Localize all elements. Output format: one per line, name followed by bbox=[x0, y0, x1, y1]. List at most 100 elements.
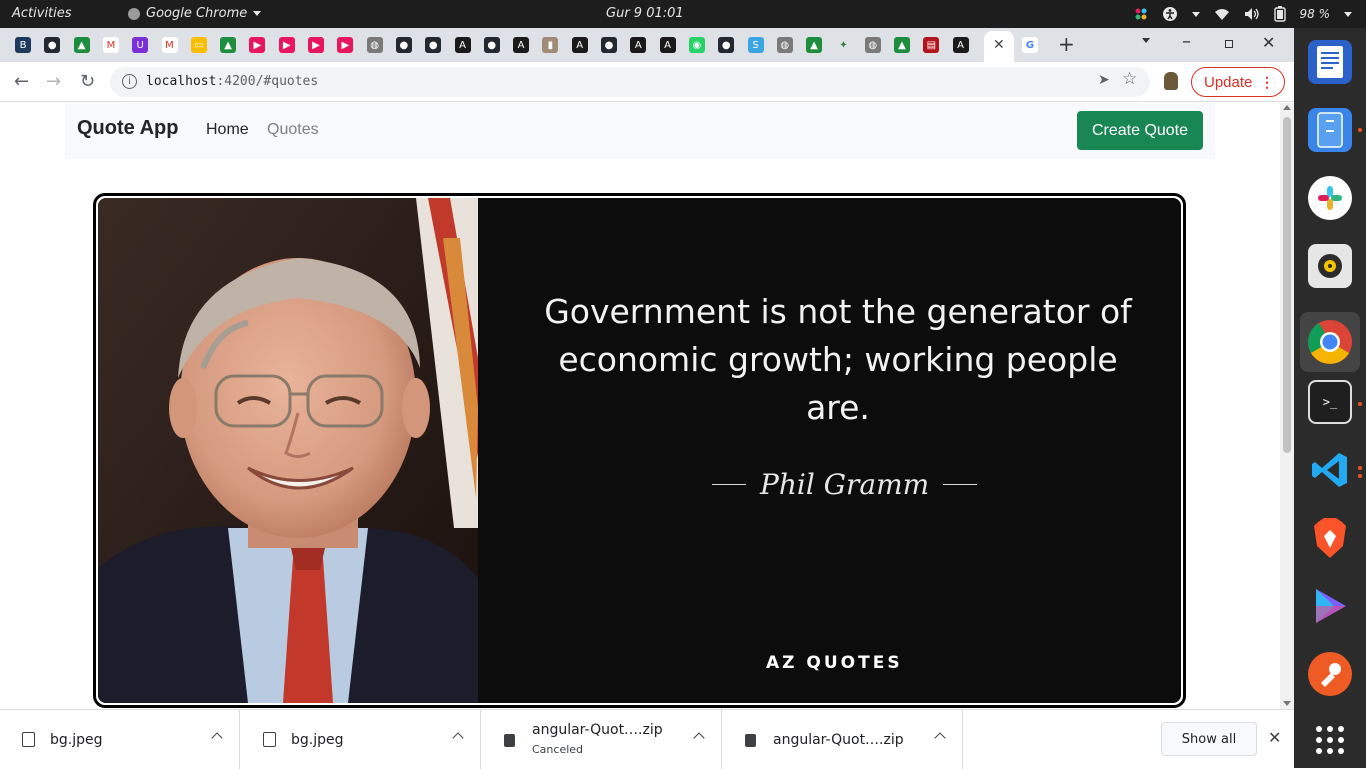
update-label: Update bbox=[1204, 73, 1253, 91]
drive-tab-icon[interactable]: ▲ bbox=[73, 37, 90, 53]
drive-tab-icon[interactable]: ▲ bbox=[220, 37, 237, 53]
zip-file-icon bbox=[745, 734, 756, 747]
download-item[interactable]: bg.jpeg bbox=[0, 710, 240, 769]
azquotes-logo: AZ QUOTES bbox=[766, 653, 903, 673]
pdf-tab-icon[interactable]: ▤ bbox=[923, 37, 940, 53]
terminal-app-icon[interactable]: >_ bbox=[1308, 380, 1352, 424]
rhythmbox-app-icon[interactable] bbox=[1308, 244, 1352, 288]
image-tab-icon[interactable]: ▮ bbox=[542, 37, 559, 53]
page-viewport: Quote App Home Quotes Create Quote Gover… bbox=[0, 103, 1280, 709]
navbar-brand[interactable]: Quote App bbox=[77, 117, 178, 140]
battery-icon bbox=[1273, 6, 1286, 22]
running-indicator bbox=[1358, 474, 1362, 478]
maximize-button[interactable] bbox=[1225, 40, 1233, 48]
youtube-tab-icon[interactable]: ▶ bbox=[308, 37, 324, 53]
postman-app-icon[interactable] bbox=[1308, 652, 1352, 696]
writer-app-icon[interactable] bbox=[1308, 40, 1352, 84]
download-filename: angular-Quot….zip bbox=[773, 732, 904, 748]
quote-image: Government is not the generator of econo… bbox=[98, 198, 1181, 703]
github-tab-icon[interactable]: ● bbox=[395, 37, 412, 53]
image-file-icon bbox=[263, 732, 276, 747]
system-tray[interactable]: 98 % bbox=[1134, 6, 1352, 22]
send-icon[interactable]: ➤ bbox=[1098, 72, 1110, 88]
gmail-tab-icon[interactable]: M bbox=[102, 37, 119, 53]
new-tab-button[interactable]: + bbox=[1058, 32, 1075, 56]
close-tab-icon[interactable]: ✕ bbox=[993, 37, 1005, 53]
image-file-icon bbox=[22, 732, 35, 747]
reload-icon[interactable]: ↻ bbox=[80, 71, 95, 92]
play-app-icon[interactable] bbox=[1308, 584, 1352, 628]
show-all-button[interactable]: Show all bbox=[1161, 722, 1257, 756]
zip-file-icon bbox=[504, 734, 515, 747]
github-tab-icon[interactable]: ● bbox=[44, 37, 61, 53]
create-quote-button[interactable]: Create Quote bbox=[1077, 111, 1203, 150]
scroll-down-icon[interactable] bbox=[1283, 701, 1291, 706]
close-shelf-icon[interactable]: ✕ bbox=[1268, 728, 1281, 747]
back-icon[interactable]: ← bbox=[14, 71, 29, 92]
info-icon[interactable]: i bbox=[122, 74, 137, 89]
globe-tab-icon[interactable]: ◍ bbox=[366, 37, 383, 53]
slack-app-icon[interactable] bbox=[1308, 176, 1352, 220]
nav-link-quotes[interactable]: Quotes bbox=[267, 121, 319, 139]
address-bar[interactable]: i localhost:4200/#quotes ➤ ☆ bbox=[110, 67, 1150, 97]
scroll-up-icon[interactable] bbox=[1283, 105, 1291, 110]
nav-link-home[interactable]: Home bbox=[206, 121, 249, 139]
globe-tab-icon[interactable]: ◍ bbox=[864, 37, 881, 53]
keep-tab-icon[interactable]: ▭ bbox=[190, 37, 207, 53]
chevron-up-icon[interactable] bbox=[452, 732, 464, 744]
vscode-app-icon[interactable] bbox=[1308, 448, 1352, 492]
active-tab[interactable]: ✕ bbox=[984, 31, 1014, 62]
chevron-up-icon[interactable] bbox=[934, 732, 946, 744]
youtube-tab-icon[interactable]: ▶ bbox=[337, 37, 354, 53]
angular-tab-icon[interactable]: A bbox=[454, 37, 471, 53]
github-tab-icon[interactable]: ● bbox=[601, 37, 617, 53]
running-indicator bbox=[1358, 466, 1362, 470]
angular-tab-icon[interactable]: A bbox=[630, 37, 647, 53]
download-item[interactable]: angular-Quot….zip Canceled bbox=[482, 710, 722, 769]
whatsapp-tab-icon[interactable]: ◉ bbox=[688, 37, 705, 53]
github-tab-icon[interactable]: ● bbox=[718, 37, 735, 53]
gmail-tab-icon[interactable]: M bbox=[161, 37, 178, 53]
s-tab-icon[interactable]: S bbox=[747, 37, 764, 53]
angular-tab-icon[interactable]: A bbox=[659, 37, 676, 53]
angular-tab-icon[interactable]: A bbox=[513, 37, 530, 53]
accessibility-icon bbox=[1162, 7, 1177, 21]
page-scrollbar[interactable] bbox=[1280, 103, 1294, 709]
download-item[interactable]: angular-Quot….zip bbox=[723, 710, 963, 769]
angular-tab-icon[interactable]: A bbox=[571, 37, 588, 53]
youtube-tab-icon[interactable]: ▶ bbox=[278, 37, 295, 53]
close-window-button[interactable]: ✕ bbox=[1262, 33, 1275, 52]
download-item[interactable]: bg.jpeg bbox=[241, 710, 481, 769]
youtube-tab-icon[interactable]: ▶ bbox=[249, 37, 266, 53]
activities-button[interactable]: Activities bbox=[12, 6, 72, 21]
google-tab-icon[interactable]: G bbox=[1022, 37, 1038, 53]
github-tab-icon[interactable]: ● bbox=[483, 37, 500, 53]
extension-icon[interactable] bbox=[1164, 72, 1178, 90]
drive-tab-icon[interactable]: ▲ bbox=[806, 37, 823, 53]
chrome-app-icon[interactable] bbox=[1300, 312, 1360, 372]
chevron-up-icon[interactable] bbox=[693, 732, 705, 744]
bookmark-star-icon[interactable]: ☆ bbox=[1122, 69, 1137, 89]
chrome-app-icon bbox=[128, 7, 140, 20]
quote-card: Government is not the generator of econo… bbox=[93, 193, 1186, 708]
files-app-icon[interactable] bbox=[1308, 108, 1352, 152]
github-tab-icon[interactable]: ● bbox=[425, 37, 442, 53]
update-button[interactable]: Update ⋮ bbox=[1191, 67, 1285, 97]
battery-percent: 98 % bbox=[1299, 7, 1331, 21]
tree-tab-icon[interactable]: ✦ bbox=[835, 37, 852, 53]
b-tab-icon[interactable]: B bbox=[15, 37, 31, 53]
u-tab-icon[interactable]: U bbox=[132, 37, 149, 53]
show-apps-grid-icon[interactable] bbox=[1308, 718, 1352, 762]
app-menu[interactable]: Google Chrome bbox=[128, 6, 262, 21]
brave-app-icon[interactable] bbox=[1308, 516, 1352, 560]
tab-search-icon[interactable] bbox=[1142, 38, 1150, 43]
minimize-button[interactable]: – bbox=[1182, 31, 1191, 52]
chevron-up-icon[interactable] bbox=[211, 732, 223, 744]
clock[interactable]: Gur 9 01:01 bbox=[606, 6, 684, 21]
drive-tab-icon[interactable]: ▲ bbox=[894, 37, 910, 53]
url-text[interactable]: localhost:4200/#quotes bbox=[146, 74, 318, 89]
forward-icon[interactable]: → bbox=[46, 71, 61, 92]
globe-tab-icon[interactable]: ◍ bbox=[776, 37, 793, 53]
scrollbar-thumb[interactable] bbox=[1283, 117, 1291, 453]
angular-tab-icon[interactable]: A bbox=[952, 37, 969, 53]
